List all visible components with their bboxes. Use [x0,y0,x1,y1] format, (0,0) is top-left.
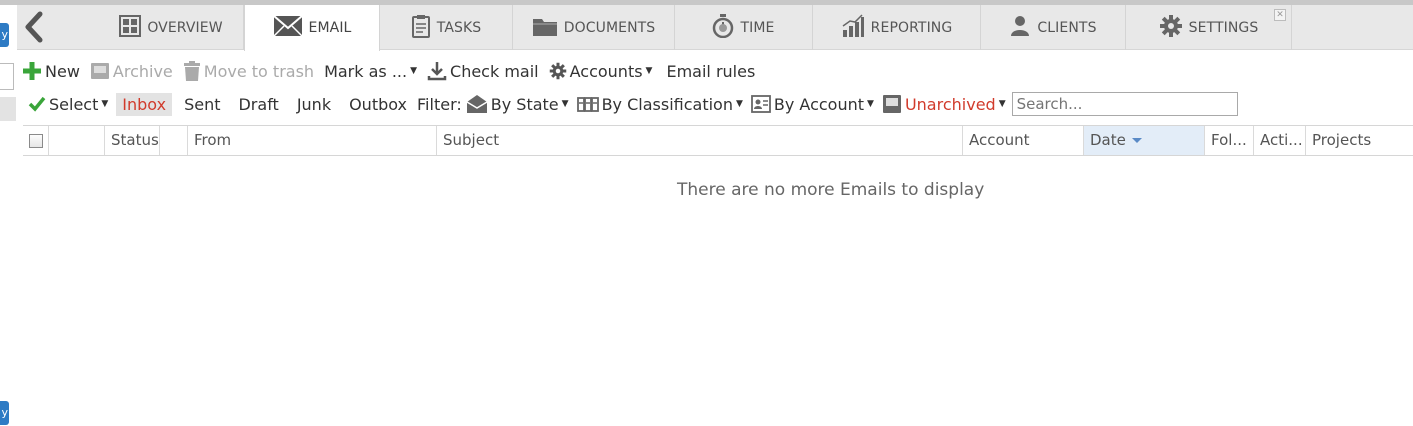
folder-sent[interactable]: Sent [178,93,226,116]
tab-settings-label: SETTINGS [1188,19,1259,36]
select-all-checkbox[interactable] [29,134,43,148]
unarchived-label: Unarchived [904,94,996,114]
left-edge-button[interactable]: y [0,23,9,47]
left-edge-button-bottom[interactable]: y [0,401,9,425]
by-state-label: By State [490,94,559,114]
stopwatch-icon [712,13,734,42]
by-classification-label: By Classification [601,94,733,114]
filter-toolbar: Select ▼ Inbox Sent Draft Junk Outbox Fil… [22,91,1238,117]
chevron-left-icon [25,11,43,43]
open-envelope-icon [466,94,488,114]
main-nav: OVERVIEW EMAIL TASKS DOCUMENTS TIME REPO… [17,5,1413,51]
plus-icon [22,61,42,81]
tab-reporting-label: REPORTING [870,19,953,36]
column-actions[interactable]: Acti... [1254,126,1306,155]
tab-clients[interactable]: CLIENTS [981,5,1126,50]
column-folder[interactable]: Fol... [1205,126,1254,155]
column-from[interactable]: From [188,126,437,155]
email-grid-header: Status From Subject Account Date Fol... … [23,125,1413,156]
folder-outbox[interactable]: Outbox [343,93,413,116]
tab-overview[interactable]: OVERVIEW [99,5,244,50]
tab-overview-label: OVERVIEW [147,19,223,36]
close-tab-button[interactable]: ✕ [1274,9,1286,21]
column-account[interactable]: Account [963,126,1084,155]
mark-as-label: Mark as ... [324,61,408,81]
caret-down-icon: ▼ [998,99,1006,109]
tab-tasks-label: TASKS [436,19,482,36]
unarchived-dropdown[interactable]: Unarchived ▼ [882,94,1006,114]
column-projects[interactable]: Projects [1306,126,1413,155]
filter-label: Filter: [417,94,462,114]
column-icon[interactable] [49,126,105,155]
caret-down-icon: ▼ [645,66,653,76]
trash-icon [183,61,201,81]
archive-label: Archive [112,61,173,81]
back-button[interactable] [17,5,55,50]
sort-desc-icon [1131,138,1142,143]
column-date-label: Date [1090,131,1126,149]
tab-time[interactable]: TIME [675,5,813,50]
caret-down-icon: ▼ [867,99,874,109]
caret-down-icon: ▼ [735,99,743,109]
accounts-label: Accounts [569,61,643,81]
tab-email-label: EMAIL [308,20,352,36]
cog-icon [549,62,567,80]
folder-icon [532,15,558,41]
by-classification-dropdown[interactable]: By Classification ▼ [576,94,743,114]
by-account-label: By Account [773,94,865,114]
classification-icon [576,95,599,113]
empty-message: There are no more Emails to display [677,180,985,200]
new-label: New [45,61,80,81]
folder-draft[interactable]: Draft [232,93,284,116]
check-mail-button[interactable]: Check mail [427,61,539,81]
email-toolbar: New Archive Move to trash Mark as ... ▼ C… [22,58,765,84]
mark-as-dropdown[interactable]: Mark as ... ▼ [324,62,417,81]
caret-down-icon: ▼ [101,99,109,109]
tab-documents-label: DOCUMENTS [563,19,656,36]
column-subject[interactable]: Subject [437,126,963,155]
folder-junk[interactable]: Junk [291,93,337,116]
by-state-dropdown[interactable]: By State ▼ [466,94,569,114]
column-status[interactable]: Status [105,126,160,155]
email-rules-button[interactable]: Email rules [666,62,755,81]
envelope-icon [272,15,303,41]
select-label: Select [49,94,99,114]
check-mail-label: Check mail [450,61,539,81]
left-edge-bar [0,97,16,121]
accounts-dropdown[interactable]: Accounts ▼ [549,61,653,81]
checkmark-icon [28,96,46,112]
search-input[interactable] [1011,92,1238,116]
tab-documents[interactable]: DOCUMENTS [513,5,675,50]
gear-icon [1159,14,1183,42]
tab-tasks[interactable]: TASKS [380,5,513,50]
person-icon [1009,15,1031,41]
email-rules-label: Email rules [666,61,756,81]
by-account-dropdown[interactable]: By Account ▼ [750,94,874,114]
archive-box-icon [882,94,902,114]
select-all-column [23,126,49,155]
column-attachment[interactable] [160,126,188,155]
left-panel-edge: y y [0,5,17,426]
overview-grid-icon [119,14,142,41]
folder-inbox[interactable]: Inbox [116,92,173,116]
trash-label: Move to trash [203,61,315,81]
select-dropdown[interactable]: Select ▼ [28,95,108,114]
tab-time-label: TIME [740,19,775,36]
left-edge-input[interactable] [0,63,14,90]
move-to-trash-button[interactable]: Move to trash [183,61,314,81]
clipboard-icon [411,14,431,42]
archive-button[interactable]: Archive [90,61,173,81]
contact-card-icon [750,95,771,113]
caret-down-icon: ▼ [410,66,418,76]
new-button[interactable]: New [22,61,80,81]
caret-down-icon: ▼ [561,99,569,109]
tab-settings[interactable]: SETTINGS [1126,5,1292,50]
tab-email[interactable]: EMAIL [244,5,380,51]
tab-clients-label: CLIENTS [1037,19,1097,36]
bar-chart-icon [841,13,865,42]
tab-reporting[interactable]: REPORTING [813,5,981,50]
archive-box-icon [90,61,110,81]
column-date[interactable]: Date [1084,126,1205,155]
download-icon [427,61,447,81]
